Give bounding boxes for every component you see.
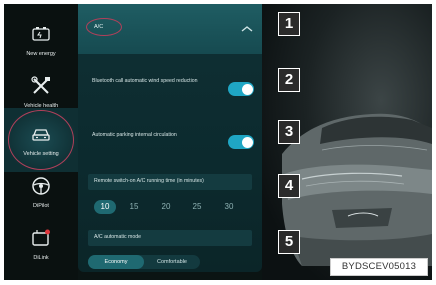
sidebar-item-label: New energy [26, 51, 56, 57]
parking-circulation-label: Automatic parking internal circulation [92, 132, 177, 138]
reference-code-label: BYDSCEV05013 [330, 258, 428, 276]
time-option-15[interactable]: 15 [123, 200, 145, 214]
time-option-10[interactable]: 10 [94, 200, 116, 214]
toggle-knob [241, 136, 253, 148]
dilink-icon [32, 229, 50, 246]
ac-mode-label: A/C automatic mode [94, 234, 141, 240]
remote-time-label: Remote switch-on A/C running time (in mi… [94, 178, 204, 184]
callout-2: 2 [278, 68, 300, 92]
ac-settings-panel: A/C Bluetooth call automatic wind speed … [78, 4, 262, 272]
callout-5: 5 [278, 230, 300, 254]
callout-4: 4 [278, 174, 300, 198]
ac-section-header[interactable]: A/C [78, 4, 262, 54]
parking-circulation-toggle[interactable] [228, 135, 254, 149]
remote-time-bar: Remote switch-on A/C running time (in mi… [88, 174, 252, 190]
wind-speed-reduction-toggle[interactable] [228, 82, 254, 96]
callout-1: 1 [278, 12, 300, 36]
sidebar-item-label: DiPilot [33, 203, 49, 209]
sidebar-item-label: DiLink [33, 255, 49, 261]
callout-3: 3 [278, 120, 300, 144]
time-option-30[interactable]: 30 [218, 200, 240, 214]
wind-speed-reduction-label: Bluetooth call automatic wind speed redu… [92, 78, 198, 84]
ac-mode-selector: Economy Comfortable [88, 255, 200, 269]
time-option-20[interactable]: 20 [155, 200, 177, 214]
chevron-up-icon[interactable] [241, 25, 253, 33]
time-option-25[interactable]: 25 [186, 200, 208, 214]
ac-mode-bar: A/C automatic mode [88, 230, 252, 246]
steering-wheel-icon [32, 177, 50, 195]
wrench-screwdriver-icon [31, 76, 50, 94]
mode-option-comfortable[interactable]: Comfortable [144, 255, 200, 269]
sidebar: New energy Vehicle health Vehicle settin… [4, 4, 78, 280]
toggle-knob [241, 83, 253, 95]
battery-icon [32, 27, 50, 41]
sidebar-item-dilink[interactable]: DiLink [4, 212, 78, 276]
infotainment-screen: New energy Vehicle health Vehicle settin… [4, 4, 432, 280]
mode-option-economy[interactable]: Economy [88, 255, 144, 269]
highlight-ring [86, 18, 122, 36]
